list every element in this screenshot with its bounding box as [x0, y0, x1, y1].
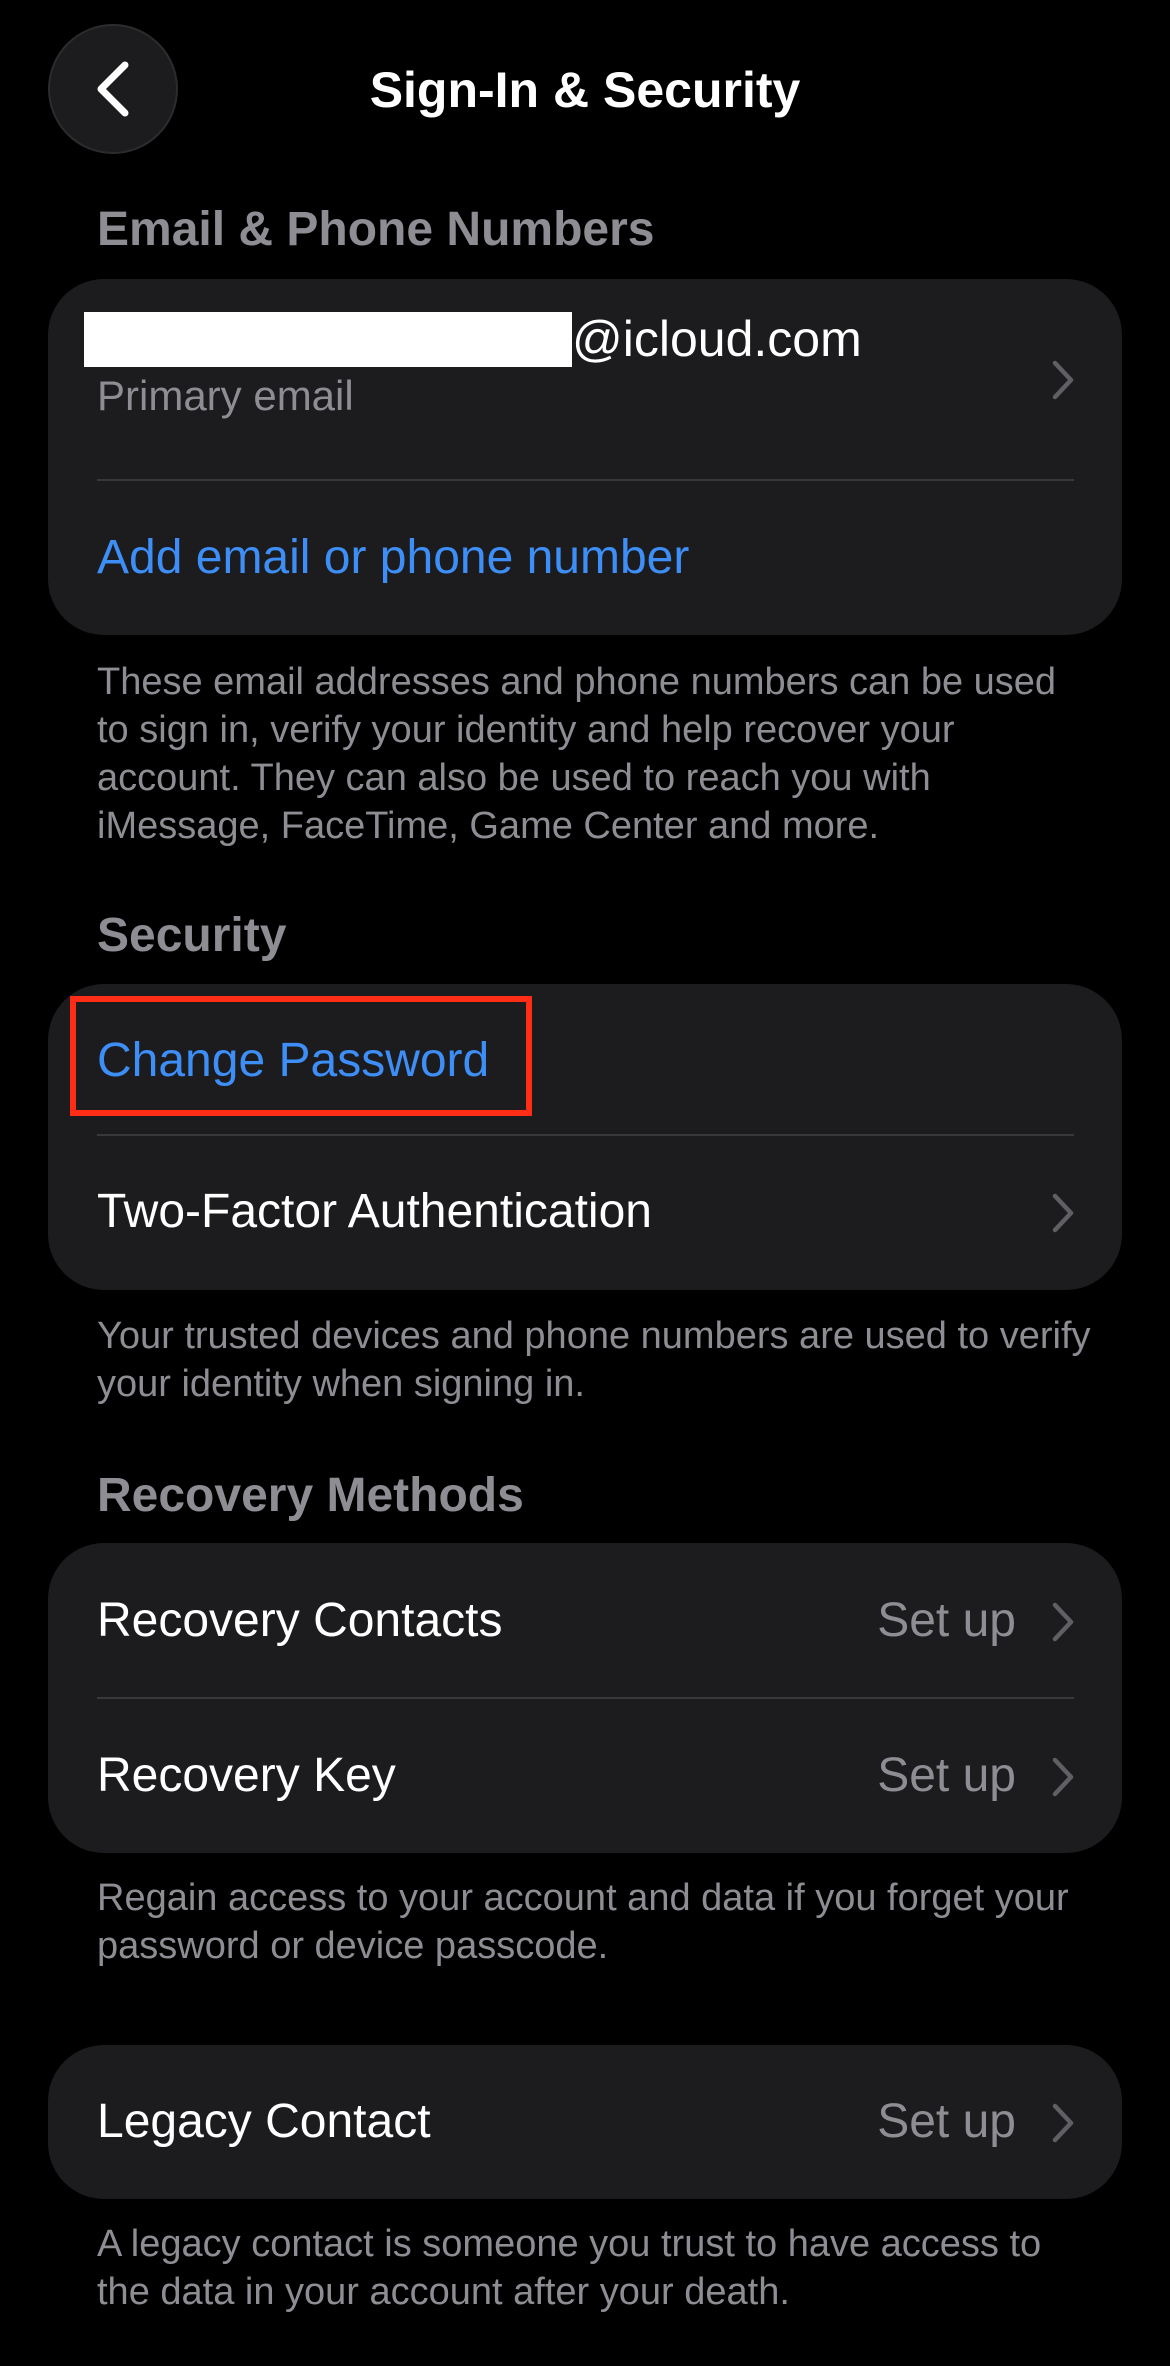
- page-title: Sign-In & Security: [369, 62, 801, 118]
- email-footer-text: These email addresses and phone numbers …: [97, 661, 1057, 847]
- recovery-key-label: Recovery Key: [97, 1749, 396, 1802]
- security-footer-text: Your trusted devices and phone numbers a…: [97, 1315, 1091, 1405]
- primary-email-row[interactable]: @icloud.com Primary email: [48, 279, 1122, 479]
- section-header-recovery: Recovery Methods: [97, 1469, 524, 1522]
- recovery-key-row[interactable]: Recovery Key Set up: [48, 1699, 1122, 1853]
- recovery-footer-text: Regain access to your account and data i…: [97, 1877, 1069, 1967]
- section-header-email: Email & Phone Numbers: [97, 203, 655, 256]
- legacy-footer-text: A legacy contact is someone you trust to…: [97, 2223, 1042, 2313]
- recovery-key-value: Set up: [877, 1749, 1016, 1802]
- chevron-right-icon: [1052, 1193, 1074, 1233]
- redacted-email-username: [84, 312, 572, 367]
- legacy-card: Legacy Contact Set up: [48, 2045, 1122, 2199]
- primary-email-suffix: @icloud.com: [572, 311, 862, 367]
- add-email-row[interactable]: Add email or phone number: [48, 481, 1122, 635]
- recovery-contacts-row[interactable]: Recovery Contacts Set up: [48, 1543, 1122, 1697]
- add-email-link[interactable]: Add email or phone number: [97, 528, 689, 588]
- recovery-card: Recovery Contacts Set up Recovery Key Se…: [48, 1543, 1122, 1853]
- chevron-right-icon: [1052, 1757, 1074, 1797]
- navigation-bar: Sign-In & Security: [0, 0, 1170, 180]
- recovery-contacts-label: Recovery Contacts: [97, 1594, 503, 1647]
- legacy-contact-value: Set up: [877, 2095, 1016, 2148]
- recovery-contacts-value: Set up: [877, 1594, 1016, 1647]
- primary-email-label: Primary email: [97, 372, 354, 419]
- two-factor-row[interactable]: Two-Factor Authentication: [48, 1136, 1122, 1290]
- chevron-right-icon: [1052, 1602, 1074, 1642]
- chevron-right-icon: [1052, 360, 1074, 400]
- email-card: @icloud.com Primary email Add email or p…: [48, 279, 1122, 635]
- two-factor-label: Two-Factor Authentication: [97, 1185, 652, 1238]
- legacy-contact-label: Legacy Contact: [97, 2095, 431, 2148]
- highlight-annotation: [70, 996, 532, 1116]
- chevron-right-icon: [1052, 2103, 1074, 2143]
- section-header-security: Security: [97, 909, 287, 962]
- legacy-contact-row[interactable]: Legacy Contact Set up: [48, 2045, 1122, 2199]
